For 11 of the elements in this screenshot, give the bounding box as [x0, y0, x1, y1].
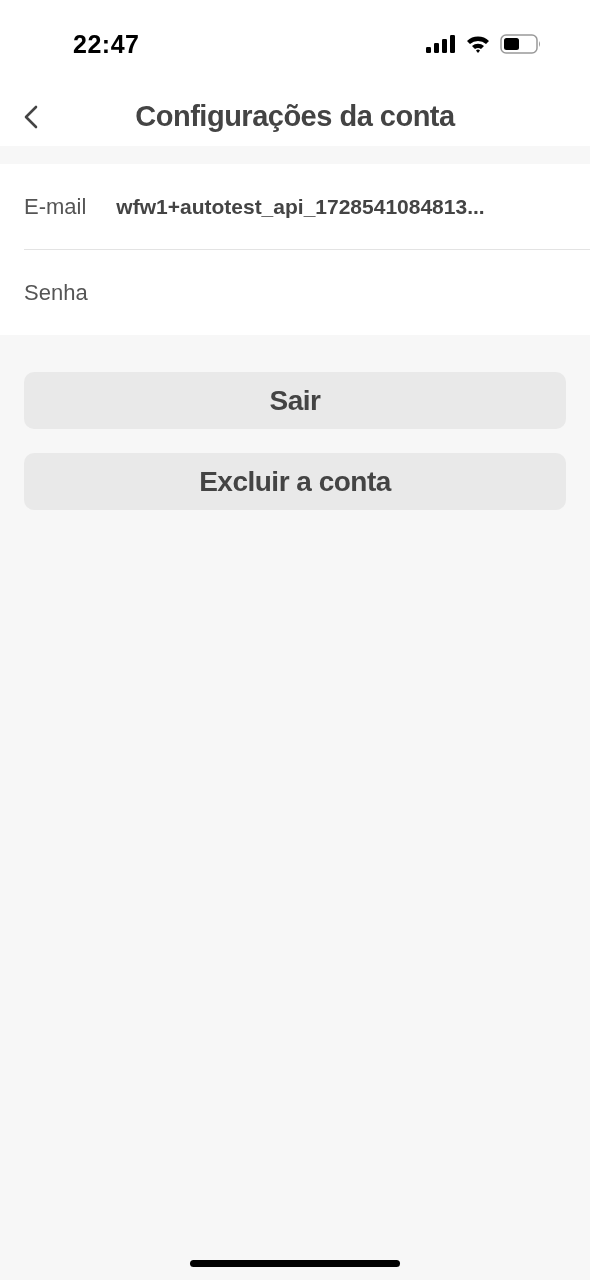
delete-account-button[interactable]: Excluir a conta — [24, 453, 566, 510]
setting-label: E-mail — [24, 193, 87, 220]
battery-icon — [500, 34, 542, 54]
signal-icon — [426, 35, 456, 53]
screen-title: Configurações da conta — [135, 99, 455, 134]
setting-value: wfw1+autotest_api_1728541084813... — [116, 194, 485, 219]
status-time: 22:47 — [73, 29, 140, 59]
wifi-icon — [466, 35, 490, 53]
logout-button[interactable]: Sair — [24, 372, 566, 429]
back-icon[interactable] — [22, 105, 40, 129]
setting-label: Senha — [24, 279, 88, 306]
